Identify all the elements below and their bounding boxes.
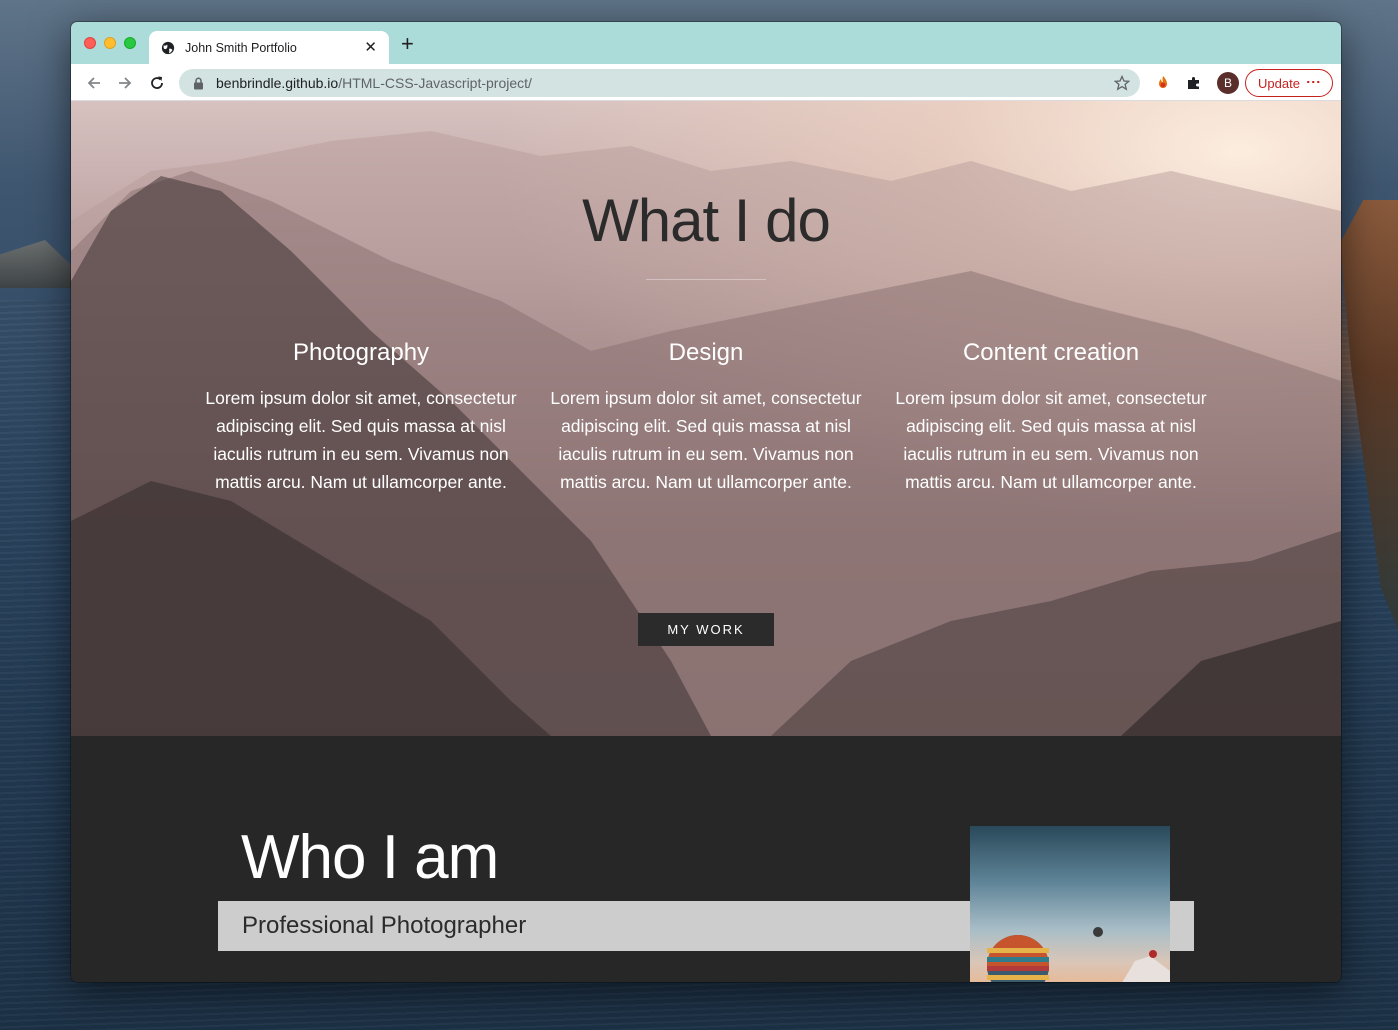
url-path: /HTML-CSS-Javascript-project/ <box>338 75 532 91</box>
close-window-button[interactable] <box>84 37 96 49</box>
minimize-window-button[interactable] <box>104 37 116 49</box>
arrow-left-icon <box>87 77 100 89</box>
service-design: Design Lorem ipsum dolor sit amet, conse… <box>546 339 866 496</box>
what-i-do-section: What I do Photography Lorem ipsum dolor … <box>71 101 1341 736</box>
reload-button[interactable] <box>146 72 168 94</box>
menu-dots-icon[interactable]: ⋮ <box>1306 75 1322 89</box>
service-text: Lorem ipsum dolor sit amet, consectetur … <box>205 388 517 492</box>
globe-icon <box>161 41 175 54</box>
arrow-right-icon <box>119 77 132 89</box>
desktop-island-left <box>0 240 75 288</box>
about-subtitle: Professional Photographer <box>242 912 527 939</box>
web-page: What I do Photography Lorem ipsum dolor … <box>71 101 1341 982</box>
flame-extension-icon[interactable] <box>1153 73 1173 93</box>
browser-toolbar: benbrindle.github.io/HTML-CSS-Javascript… <box>71 64 1341 101</box>
tab-strip: John Smith Portfolio ✕ + <box>71 22 1341 64</box>
forward-button[interactable] <box>114 72 136 94</box>
update-label: Update <box>1258 75 1300 91</box>
browser-window: John Smith Portfolio ✕ + benbrindle.gith… <box>71 22 1341 982</box>
title-divider <box>646 279 766 280</box>
profile-avatar[interactable]: B <box>1217 72 1239 94</box>
star-icon[interactable] <box>1114 75 1130 91</box>
puzzle-icon[interactable] <box>1184 73 1204 93</box>
close-tab-icon[interactable]: ✕ <box>364 40 377 55</box>
my-work-button[interactable]: MY WORK <box>638 613 774 646</box>
hot-air-balloon-photo <box>970 826 1170 982</box>
maximize-window-button[interactable] <box>124 37 136 49</box>
new-tab-button[interactable]: + <box>401 33 414 55</box>
service-content-creation: Content creation Lorem ipsum dolor sit a… <box>891 339 1211 496</box>
service-photography: Photography Lorem ipsum dolor sit amet, … <box>201 339 521 496</box>
browser-tab[interactable]: John Smith Portfolio ✕ <box>149 31 389 64</box>
lock-icon <box>194 77 203 89</box>
service-title: Design <box>668 339 744 366</box>
address-bar[interactable]: benbrindle.github.io/HTML-CSS-Javascript… <box>179 69 1140 97</box>
tab-title: John Smith Portfolio <box>185 40 297 55</box>
section-title: What I do <box>582 187 831 254</box>
reload-icon <box>151 76 163 89</box>
about-title: Who I am <box>241 823 499 892</box>
service-title: Photography <box>292 339 430 366</box>
back-button[interactable] <box>83 72 105 94</box>
who-i-am-section: Who I am Professional Photographer <box>71 736 1341 982</box>
url-host: benbrindle.github.io <box>216 75 339 91</box>
service-text: Lorem ipsum dolor sit amet, consectetur … <box>895 388 1207 492</box>
update-button[interactable]: Update ⋮ <box>1245 69 1333 97</box>
service-title: Content creation <box>962 339 1140 366</box>
service-text: Lorem ipsum dolor sit amet, consectetur … <box>550 388 862 492</box>
